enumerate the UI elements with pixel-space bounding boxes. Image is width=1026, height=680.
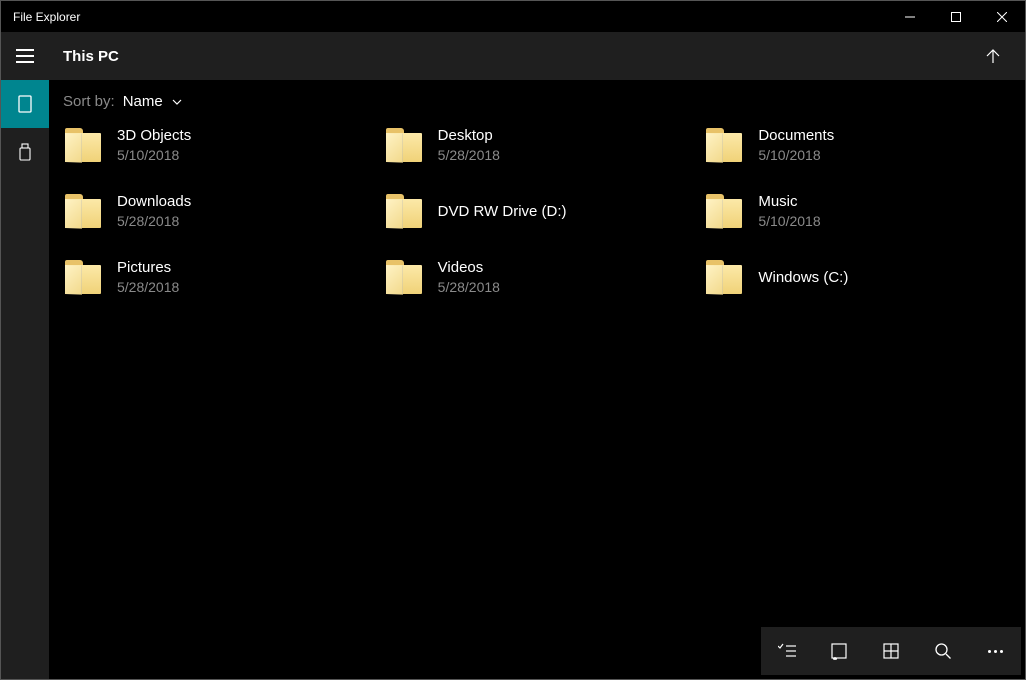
item-date: 5/10/2018 (117, 147, 191, 163)
item-label-group: DVD RW Drive (D:) (438, 203, 567, 220)
sort-bar: Sort by: Name (49, 80, 1025, 120)
new-folder-button[interactable] (813, 627, 865, 675)
window-controls (887, 1, 1025, 32)
folder-item[interactable]: Desktop 5/28/2018 (384, 120, 695, 170)
more-icon (988, 650, 1003, 653)
sort-value: Name (123, 93, 163, 110)
folder-item[interactable]: Documents 5/10/2018 (704, 120, 1015, 170)
item-date: 5/28/2018 (438, 147, 500, 163)
item-label-group: Documents 5/10/2018 (758, 127, 834, 163)
item-name: Pictures (117, 259, 179, 276)
close-icon (997, 12, 1007, 22)
item-name: Documents (758, 127, 834, 144)
item-name: Music (758, 193, 820, 210)
item-label-group: Windows (C:) (758, 269, 848, 286)
grid-view-icon (883, 643, 899, 659)
sort-dropdown[interactable]: Name (119, 93, 183, 110)
sidebar-item-this-pc[interactable] (1, 80, 49, 128)
folder-item[interactable]: Windows (C:) (704, 252, 1015, 302)
usb-icon (19, 143, 31, 161)
body: Sort by: Name 3D Objects 5/10/2018 Desktop… (1, 80, 1025, 679)
folder-item[interactable]: DVD RW Drive (D:) (384, 186, 695, 236)
folder-item[interactable]: Music 5/10/2018 (704, 186, 1015, 236)
folder-item[interactable]: Videos 5/28/2018 (384, 252, 695, 302)
item-label-group: Desktop 5/28/2018 (438, 127, 500, 163)
item-label-group: 3D Objects 5/10/2018 (117, 127, 191, 163)
hamburger-icon (16, 49, 34, 63)
new-folder-icon (830, 642, 848, 660)
chevron-down-icon (171, 96, 183, 108)
view-button[interactable] (865, 627, 917, 675)
folder-icon (384, 257, 424, 297)
folder-icon (63, 191, 103, 231)
folder-item[interactable]: Pictures 5/28/2018 (63, 252, 374, 302)
item-name: Downloads (117, 193, 191, 210)
item-date: 5/10/2018 (758, 213, 820, 229)
folder-icon (704, 125, 744, 165)
item-date: 5/28/2018 (117, 213, 191, 229)
sort-label: Sort by: (63, 93, 115, 110)
select-all-button[interactable] (761, 627, 813, 675)
header: This PC (1, 32, 1025, 80)
minimize-icon (905, 12, 915, 22)
window-title: File Explorer (1, 10, 80, 24)
arrow-up-icon (985, 48, 1001, 64)
header-left: This PC (1, 32, 119, 80)
command-bar (761, 627, 1021, 675)
item-name: DVD RW Drive (D:) (438, 203, 567, 220)
folder-item[interactable]: 3D Objects 5/10/2018 (63, 120, 374, 170)
folder-icon (704, 191, 744, 231)
more-button[interactable] (969, 627, 1021, 675)
main-content: Sort by: Name 3D Objects 5/10/2018 Desktop… (49, 80, 1025, 679)
item-date: 5/28/2018 (117, 279, 179, 295)
folder-icon (63, 125, 103, 165)
up-button[interactable] (971, 34, 1015, 78)
search-icon (934, 642, 952, 660)
location-title: This PC (49, 48, 119, 65)
hamburger-button[interactable] (1, 32, 49, 80)
close-button[interactable] (979, 1, 1025, 32)
item-label-group: Music 5/10/2018 (758, 193, 820, 229)
folder-item[interactable]: Downloads 5/28/2018 (63, 186, 374, 236)
tablet-icon (18, 95, 32, 113)
sidebar (1, 80, 49, 679)
item-name: Windows (C:) (758, 269, 848, 286)
search-button[interactable] (917, 627, 969, 675)
checklist-icon (778, 643, 796, 659)
folder-icon (63, 257, 103, 297)
item-label-group: Downloads 5/28/2018 (117, 193, 191, 229)
item-date: 5/28/2018 (438, 279, 500, 295)
maximize-icon (951, 12, 961, 22)
sidebar-item-device[interactable] (1, 128, 49, 176)
maximize-button[interactable] (933, 1, 979, 32)
folder-icon (704, 257, 744, 297)
item-label-group: Pictures 5/28/2018 (117, 259, 179, 295)
item-name: 3D Objects (117, 127, 191, 144)
folder-icon (384, 191, 424, 231)
item-name: Videos (438, 259, 500, 276)
titlebar: File Explorer (1, 1, 1025, 32)
item-label-group: Videos 5/28/2018 (438, 259, 500, 295)
item-grid: 3D Objects 5/10/2018 Desktop 5/28/2018 Docum… (49, 120, 1025, 302)
folder-icon (384, 125, 424, 165)
item-name: Desktop (438, 127, 500, 144)
item-date: 5/10/2018 (758, 147, 834, 163)
minimize-button[interactable] (887, 1, 933, 32)
